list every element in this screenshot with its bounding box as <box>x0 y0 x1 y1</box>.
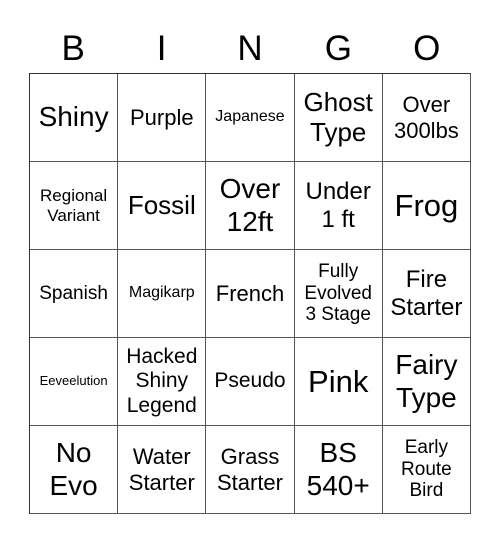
bingo-cell[interactable]: Regional Variant <box>30 162 119 250</box>
bingo-cell[interactable]: Hacked Shiny Legend <box>118 338 207 426</box>
bingo-cell[interactable]: Under 1 ft <box>294 162 383 250</box>
bingo-cell[interactable]: Frog <box>382 162 471 250</box>
bingo-cell[interactable]: Shiny <box>30 74 119 162</box>
cell-label: Purple <box>129 104 194 130</box>
cell-label: Grass Starter <box>216 444 283 495</box>
cell-label: Japanese <box>215 108 285 126</box>
bingo-header: B I N G O <box>29 28 471 70</box>
bingo-cell[interactable]: Purple <box>118 74 207 162</box>
cell-label: French <box>215 280 285 306</box>
cell-label: Fire Starter <box>390 265 463 321</box>
bingo-cell[interactable]: Ghost Type <box>294 74 383 162</box>
cell-label: Hacked Shiny Legend <box>126 345 198 417</box>
cell-label: Fossil <box>127 189 196 220</box>
cell-label: Over 12ft <box>219 173 281 237</box>
bingo-cell[interactable]: Over 12ft <box>206 162 295 250</box>
cell-label: Pink <box>308 363 369 399</box>
cell-label: No Evo <box>49 437 98 501</box>
bingo-cell[interactable]: Fossil <box>118 162 207 250</box>
bingo-cell[interactable]: French <box>206 250 295 338</box>
header-letter-g: G <box>324 29 352 68</box>
bingo-cell[interactable]: Over 300lbs <box>382 74 471 162</box>
bingo-cell[interactable]: Spanish <box>30 250 119 338</box>
bingo-cell[interactable]: Pink <box>294 338 383 426</box>
bingo-cell[interactable]: Eeveelution <box>30 338 119 426</box>
header-letter-n: N <box>237 29 263 68</box>
cell-label: Shiny <box>38 101 109 133</box>
cell-label: Pseudo <box>214 369 286 393</box>
bingo-cell[interactable]: Fully Evolved 3 Stage <box>294 250 383 338</box>
bingo-cell[interactable]: Japanese <box>206 74 295 162</box>
cell-label: Spanish <box>39 282 108 304</box>
cell-label: Magikarp <box>128 284 195 302</box>
bingo-cell[interactable]: Pseudo <box>206 338 295 426</box>
bingo-cell[interactable]: Water Starter <box>118 426 207 514</box>
cell-label: Fully Evolved 3 Stage <box>304 260 372 326</box>
bingo-cell[interactable]: No Evo <box>30 426 119 514</box>
bingo-cell[interactable]: Early Route Bird <box>382 426 471 514</box>
header-letter-b: B <box>61 29 85 68</box>
cell-label: Regional Variant <box>40 185 108 225</box>
cell-label: Ghost Type <box>303 86 373 147</box>
cell-label: Water Starter <box>128 444 195 495</box>
cell-label: Early Route Bird <box>401 436 452 502</box>
bingo-cell[interactable]: Grass Starter <box>206 426 295 514</box>
bingo-cell[interactable]: BS 540+ <box>294 426 383 514</box>
cell-label: Eeveelution <box>39 373 108 389</box>
cell-label: Fairy Type <box>395 349 458 413</box>
bingo-card: Shiny Purple Japanese Ghost Type Over 30… <box>29 73 471 514</box>
cell-label: Under 1 ft <box>305 177 371 233</box>
cell-label: Frog <box>394 187 459 223</box>
bingo-cell[interactable]: Fire Starter <box>382 250 471 338</box>
bingo-cell[interactable]: Magikarp <box>118 250 207 338</box>
bingo-cell[interactable]: Fairy Type <box>382 338 471 426</box>
cell-label: BS 540+ <box>306 437 370 501</box>
header-letter-i: I <box>156 29 167 68</box>
header-letter-o: O <box>413 29 441 68</box>
cell-label: Over 300lbs <box>393 92 459 143</box>
